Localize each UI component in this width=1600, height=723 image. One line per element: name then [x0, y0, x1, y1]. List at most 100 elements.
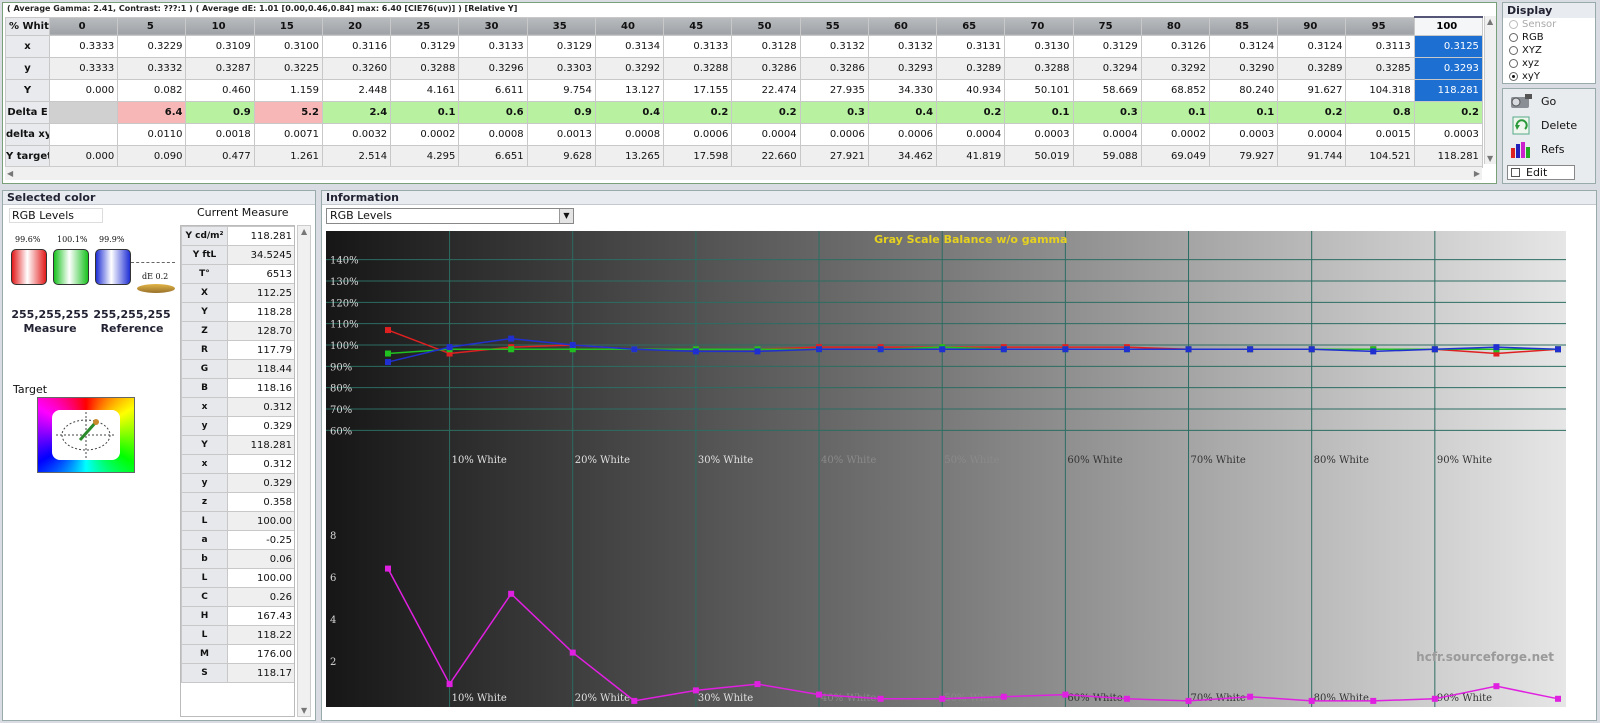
grid-cell[interactable]: 0.0002	[1140, 122, 1210, 146]
grid-column-header[interactable]: 15	[253, 16, 323, 36]
grid-cell[interactable]: 0.3133	[458, 34, 528, 58]
grid-cell[interactable]: 40.934	[936, 78, 1006, 102]
grid-column-header[interactable]: 0	[48, 16, 119, 36]
grid-cell[interactable]: 0.3109	[185, 34, 255, 58]
refs-button[interactable]: Refs	[1503, 137, 1595, 161]
grid-cell[interactable]: 50.019	[1004, 144, 1074, 168]
grid-cell[interactable]: 0.3	[1072, 100, 1142, 124]
grid-cell[interactable]: 0.3292	[1140, 56, 1210, 80]
grid-cell[interactable]: 0.3289	[1277, 56, 1347, 80]
grid-cell[interactable]: 2.514	[321, 144, 392, 168]
grid-column-header[interactable]: 85	[1208, 16, 1279, 36]
grid-cell[interactable]: 6.651	[458, 144, 528, 168]
grid-cell[interactable]: 34.330	[867, 78, 938, 102]
grid-cell[interactable]: 0.3134	[594, 34, 665, 58]
grid-cell[interactable]: 118.281	[1413, 78, 1483, 102]
grid-cell[interactable]: 0.0004	[1277, 122, 1347, 146]
grid-cell[interactable]: 58.669	[1072, 78, 1142, 102]
grid-column-header[interactable]: 35	[526, 16, 596, 36]
scroll-up-icon[interactable]: ▲	[301, 227, 307, 236]
grid-cell[interactable]: 13.265	[594, 144, 665, 168]
grid-column-header[interactable]: 10	[185, 16, 255, 36]
grid-vertical-scrollbar[interactable]: ▲ ▼	[1484, 16, 1496, 164]
grid-cell[interactable]: 0.0006	[867, 122, 938, 146]
grid-column-header[interactable]: 95	[1345, 16, 1415, 36]
grid-cell[interactable]: 4.295	[390, 144, 460, 168]
grid-cell[interactable]: 4.161	[390, 78, 460, 102]
grid-cell[interactable]: 91.744	[1277, 144, 1347, 168]
grid-cell[interactable]: 0.1	[390, 100, 460, 124]
grid-cell[interactable]: 0.3116	[321, 34, 392, 58]
grid-cell[interactable]: 9.628	[526, 144, 596, 168]
grid-cell[interactable]: 0.3292	[594, 56, 665, 80]
grid-cell[interactable]: 0.0004	[731, 122, 801, 146]
edit-checkbox[interactable]: Edit	[1507, 165, 1575, 180]
grid-column-header[interactable]: 90	[1277, 16, 1347, 36]
grid-cell[interactable]: 50.101	[1004, 78, 1074, 102]
chevron-down-icon[interactable]: ▼	[559, 209, 573, 223]
grid-cell[interactable]: 0.3294	[1072, 56, 1142, 80]
grid-cell[interactable]: 0.0004	[936, 122, 1006, 146]
grid-column-header[interactable]: 80	[1140, 16, 1210, 36]
grid-column-header[interactable]: 30	[458, 16, 528, 36]
grid-cell[interactable]: 0.3133	[663, 34, 733, 58]
grid-cell[interactable]: 0.0008	[594, 122, 665, 146]
grid-cell[interactable]: 0.3296	[458, 56, 528, 80]
grid-cell[interactable]: 0.0003	[1208, 122, 1279, 146]
grid-cell[interactable]: 0.3293	[1413, 56, 1483, 80]
grid-cell[interactable]: 0.1	[1208, 100, 1279, 124]
grid-cell[interactable]: 0.4	[594, 100, 665, 124]
scroll-right-icon[interactable]: ▶	[1474, 169, 1480, 178]
grid-cell[interactable]: 0.3124	[1277, 34, 1347, 58]
grid-cell[interactable]: 0.0013	[526, 122, 596, 146]
grid-cell[interactable]: 0.3113	[1345, 34, 1415, 58]
grid-cell[interactable]: 0.3132	[799, 34, 869, 58]
grid-cell[interactable]: 0.3286	[731, 56, 801, 80]
grid-column-header[interactable]: 20	[321, 16, 392, 36]
grid-cell[interactable]: 1.159	[253, 78, 323, 102]
grid-cell[interactable]: 68.852	[1140, 78, 1210, 102]
grid-column-header[interactable]: 100	[1413, 16, 1483, 36]
grid-cell[interactable]: 0.3288	[390, 56, 460, 80]
grid-cell[interactable]: 0.2	[663, 100, 733, 124]
grid-cell[interactable]: 0.3286	[799, 56, 869, 80]
grid-cell[interactable]: 0.9	[526, 100, 596, 124]
grid-cell[interactable]: 27.935	[799, 78, 869, 102]
grid-cell[interactable]: 0.2	[1413, 100, 1483, 124]
grid-cell[interactable]: 0.2	[731, 100, 801, 124]
grid-cell[interactable]: 0.460	[185, 78, 255, 102]
grid-cell[interactable]: 0.0032	[321, 122, 392, 146]
grid-cell[interactable]: 91.627	[1277, 78, 1347, 102]
grid-cell[interactable]: 0.3	[799, 100, 869, 124]
grid-cell[interactable]: 0.082	[117, 78, 187, 102]
grid-cell[interactable]: 0.1	[1004, 100, 1074, 124]
grid-cell[interactable]: 0.0006	[663, 122, 733, 146]
grid-cell[interactable]: 0.0002	[390, 122, 460, 146]
measurement-grid[interactable]: % White051015202530354045505560657075808…	[5, 16, 1483, 168]
grid-cell[interactable]: 2.4	[321, 100, 392, 124]
grid-column-header[interactable]: 5	[117, 16, 187, 36]
grid-cell[interactable]: 0.000	[48, 144, 119, 168]
grid-cell[interactable]: 0.0018	[185, 122, 255, 146]
go-button[interactable]: Go	[1503, 89, 1595, 113]
grid-cell[interactable]: 0.4	[867, 100, 938, 124]
grid-cell[interactable]: 17.155	[663, 78, 733, 102]
grid-cell[interactable]: 0.0003	[1004, 122, 1074, 146]
grid-cell[interactable]: 0.3100	[253, 34, 323, 58]
grid-cell[interactable]: 0.3332	[117, 56, 187, 80]
grid-cell[interactable]: 0.2	[936, 100, 1006, 124]
scroll-left-icon[interactable]: ◀	[7, 169, 13, 178]
grid-cell[interactable]: 22.660	[731, 144, 801, 168]
grid-cell[interactable]: 104.318	[1345, 78, 1415, 102]
grid-cell[interactable]: 5.2	[253, 100, 323, 124]
scroll-down-icon[interactable]: ▼	[301, 706, 307, 715]
grid-cell[interactable]: 0.0015	[1345, 122, 1415, 146]
grid-cell[interactable]: 0.3288	[663, 56, 733, 80]
grid-cell[interactable]: 0.3290	[1208, 56, 1279, 80]
grid-horizontal-scrollbar[interactable]: ◀ ▶	[5, 166, 1482, 180]
grid-cell[interactable]: 0.3128	[731, 34, 801, 58]
grid-cell[interactable]: 0.3293	[867, 56, 938, 80]
grid-column-header[interactable]: 40	[594, 16, 665, 36]
grid-cell[interactable]: 0.3124	[1208, 34, 1279, 58]
grid-cell[interactable]: 0.3129	[526, 34, 596, 58]
